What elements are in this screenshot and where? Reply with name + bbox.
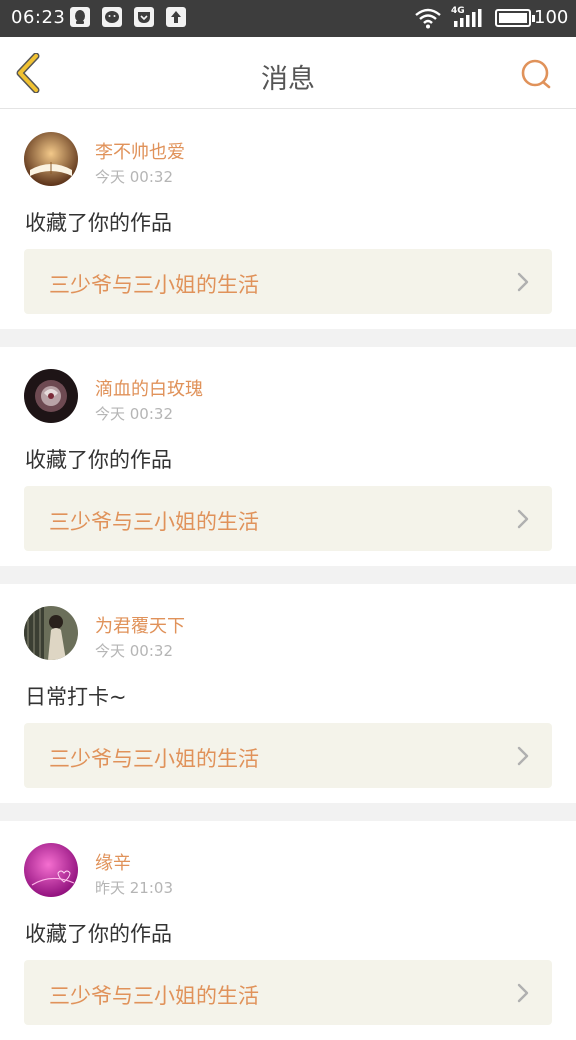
user-name[interactable]: 滴血的白玫瑰	[95, 375, 203, 401]
work-title: 三少爷与三小姐的生活	[49, 747, 259, 771]
work-link[interactable]: 三少爷与三小姐的生活	[24, 486, 552, 551]
divider	[0, 566, 576, 584]
pocket-notification-icon	[134, 7, 154, 27]
work-title: 三少爷与三小姐的生活	[49, 510, 259, 534]
message-text: 收藏了你的作品	[25, 448, 172, 472]
wifi-icon	[414, 7, 442, 33]
battery-icon	[495, 9, 535, 27]
chevron-right-icon	[516, 745, 530, 767]
message-card: 缘辛 昨天 21:03 收藏了你的作品 三少爷与三小姐的生活	[0, 821, 576, 1040]
user-name[interactable]: 为君覆天下	[95, 612, 185, 638]
divider	[0, 803, 576, 821]
message-text: 收藏了你的作品	[25, 922, 172, 946]
avatar[interactable]	[24, 843, 78, 897]
status-bar: 06:23 4G 100	[0, 0, 576, 37]
timestamp: 今天 00:32	[95, 168, 173, 186]
battery-level: 100	[534, 7, 569, 28]
user-name[interactable]: 李不帅也爱	[95, 138, 185, 164]
user-name[interactable]: 缘辛	[95, 849, 131, 875]
timestamp: 今天 00:32	[95, 405, 173, 423]
status-time: 06:23	[11, 7, 66, 28]
message-text: 日常打卡~	[25, 685, 127, 709]
work-link[interactable]: 三少爷与三小姐的生活	[24, 723, 552, 788]
signal-icon	[452, 7, 482, 33]
chevron-right-icon	[516, 508, 530, 530]
message-feed: 李不帅也爱 今天 00:32 收藏了你的作品 三少爷与三小姐的生活 滴血的白玫瑰…	[0, 110, 576, 1040]
timestamp: 今天 00:32	[95, 642, 173, 660]
avatar[interactable]	[24, 369, 78, 423]
divider	[0, 329, 576, 347]
search-icon[interactable]	[518, 57, 552, 91]
chevron-right-icon	[516, 271, 530, 293]
avatar[interactable]	[24, 606, 78, 660]
upload-notification-icon	[166, 7, 186, 27]
work-link[interactable]: 三少爷与三小姐的生活	[24, 249, 552, 314]
message-card: 滴血的白玫瑰 今天 00:32 收藏了你的作品 三少爷与三小姐的生活	[0, 347, 576, 566]
avatar[interactable]	[24, 132, 78, 186]
message-card: 李不帅也爱 今天 00:32 收藏了你的作品 三少爷与三小姐的生活	[0, 110, 576, 329]
work-link[interactable]: 三少爷与三小姐的生活	[24, 960, 552, 1025]
nav-bar: 消息	[0, 37, 576, 109]
message-text: 收藏了你的作品	[25, 211, 172, 235]
timestamp: 昨天 21:03	[95, 879, 173, 897]
qq-notification-icon	[70, 7, 90, 27]
work-title: 三少爷与三小姐的生活	[49, 273, 259, 297]
chevron-right-icon	[516, 982, 530, 1004]
message-card: 为君覆天下 今天 00:32 日常打卡~ 三少爷与三小姐的生活	[0, 584, 576, 803]
wechat-notification-icon	[102, 7, 122, 27]
page-title: 消息	[261, 64, 315, 95]
work-title: 三少爷与三小姐的生活	[49, 984, 259, 1008]
